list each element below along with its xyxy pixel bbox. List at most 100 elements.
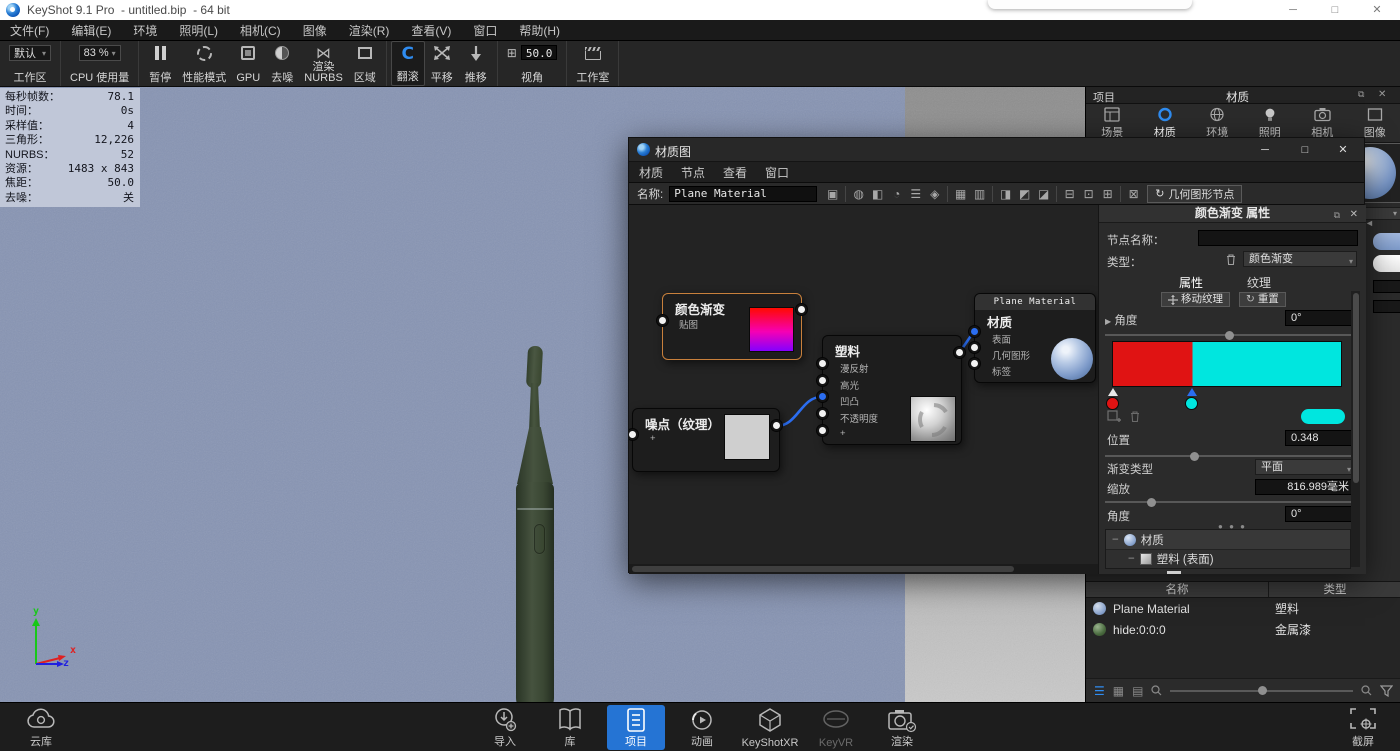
material-row[interactable]: hide:0:0:0 金属漆 [1086,619,1400,640]
split-icon[interactable]: ⊠ [1124,185,1143,203]
menu-environment[interactable]: 环境 [133,22,157,39]
move-texture-button[interactable]: 移动纹理 [1161,292,1230,307]
keyshotxr-button[interactable]: KeyShotXR [737,705,803,750]
slider-handle[interactable] [1147,497,1156,507]
menu-view[interactable]: 查看(V) [411,22,451,39]
port-opacity-input[interactable] [817,408,828,419]
scale-slider[interactable] [1105,497,1355,507]
column-type[interactable]: 类型 [1269,582,1400,597]
filter-funnel-icon[interactable] [1380,684,1393,697]
gradient-stop-cyan[interactable] [1185,397,1198,410]
menu-file[interactable]: 文件(F) [10,22,49,39]
type-dropdown[interactable]: 颜色渐变 ▾ [1243,251,1357,267]
slider-handle[interactable] [1225,330,1234,340]
position-field[interactable]: 0.348 [1285,430,1355,446]
gradient-type-dropdown[interactable]: 平面 ▾ [1255,459,1355,475]
node-name-input[interactable] [1198,230,1358,246]
material-row[interactable]: Plane Material 塑料 [1086,598,1400,619]
gpu-button[interactable]: GPU [231,41,265,86]
gradient-stop-marker-selected[interactable] [1187,388,1197,396]
port-bump-input[interactable] [817,391,828,402]
port-label-input[interactable] [969,358,980,369]
geometry-node-toggle[interactable]: ↻ 几何图形节点 [1147,184,1243,203]
port-map-input[interactable] [657,315,668,326]
canvas-horizontal-scrollbar[interactable] [629,564,1098,574]
cpu-usage-selector[interactable]: 83 % ▾ CPU 使用量 [65,41,134,86]
graph-menu-node[interactable]: 节点 [681,164,705,181]
close-panel-icon[interactable]: ✕ [1350,206,1358,223]
gradient-bar[interactable] [1112,341,1342,387]
graph-window-titlebar[interactable]: 材质图 ─ □ ✕ [629,138,1364,162]
collapse-icon[interactable]: − [1128,553,1135,565]
node-noise-texture[interactable]: 噪点（纹理） + [632,408,780,472]
node-canvas[interactable]: 颜色渐变 贴图 噪点（纹理） + 塑料 漫反射 高光 凹凸 不透明度 + Pla… [629,205,1098,574]
delete-stop-icon[interactable] [1129,410,1141,423]
keyvr-button[interactable]: KeyVR [807,705,865,750]
render-button[interactable]: 渲染 [873,705,931,750]
gradient-stop-marker[interactable] [1108,388,1118,396]
scrollbar-thumb[interactable] [1352,293,1359,483]
delete-node-icon[interactable] [1225,253,1237,266]
zoom-out-icon[interactable] [1151,685,1162,696]
material-param-field[interactable] [1373,280,1400,293]
import-button[interactable]: 导入 [476,705,534,750]
performance-mode-button[interactable]: 性能模式 [177,41,231,86]
zoom-in-icon[interactable] [1361,685,1372,696]
fit-view-icon[interactable]: ⊡ [1079,185,1098,203]
menu-edit[interactable]: 编辑(E) [71,22,111,39]
port-noise-output[interactable] [771,420,782,431]
tree-row-material[interactable]: − 材质 [1106,530,1350,549]
port-surface-input[interactable] [969,326,980,337]
scale-field[interactable]: 816.989毫米 [1255,479,1355,495]
menu-camera[interactable]: 相机(C) [240,22,281,39]
denoise-button[interactable]: 去噪 [265,41,299,86]
cloud-library-button[interactable]: 云库 [12,705,70,750]
port-gradient-output[interactable] [796,304,807,315]
scrollbar-thumb[interactable] [632,566,1014,572]
float-panel-icon[interactable]: ⧉ [1358,89,1364,100]
port-add-input[interactable] [817,425,828,436]
fov-control[interactable]: ⊞ 50.0 视角 [502,41,563,86]
collapse-icon[interactable]: − [1112,534,1119,546]
graph-menu-view[interactable]: 查看 [723,164,747,181]
column-name[interactable]: 名称 [1086,582,1269,597]
menu-help[interactable]: 帮助(H) [519,22,560,39]
node-color-gradient[interactable]: 颜色渐变 贴图 [662,293,802,360]
menu-window[interactable]: 窗口 [473,22,497,39]
animation-node-icon[interactable]: ◔ [887,185,906,203]
menu-lighting[interactable]: 照明(L) [179,22,218,39]
material-param-field[interactable] [1373,300,1400,313]
graph-maximize-button[interactable]: □ [1286,138,1324,162]
search-icon[interactable]: ◍ [849,185,868,203]
fov-field[interactable]: 50.0 [520,45,558,60]
pan-button[interactable]: 平移 [425,41,459,86]
grid-view-icon[interactable]: ▦ [1113,684,1124,698]
close-panel-icon[interactable]: ✕ [1378,89,1386,100]
menu-render[interactable]: 渲染(R) [349,22,390,39]
angle2-field[interactable]: 0° [1285,506,1355,522]
list-view-icon[interactable]: ☰ [1094,684,1105,698]
tree-view-icon[interactable]: ▤ [1132,684,1143,698]
node-plastic[interactable]: 塑料 漫反射 高光 凹凸 不透明度 + [822,335,962,445]
reset-button[interactable]: ↻ 重置 [1239,292,1286,307]
project-button[interactable]: 项目 [607,705,665,750]
diffuse-color-swatch[interactable] [1373,233,1400,250]
stop-color-swatch[interactable] [1301,409,1345,424]
animation-button[interactable]: 动画 [673,705,731,750]
tumble-button[interactable]: C 翻滚 [390,41,425,86]
menu-image[interactable]: 图像 [303,22,327,39]
window-minimize-button[interactable]: ─ [1276,0,1310,20]
duplicate-icon[interactable]: ▦ [951,185,970,203]
update-previews-icon[interactable]: ◪ [1034,185,1053,203]
thumbnail-size-slider[interactable] [1170,686,1353,695]
graph-close-button[interactable]: ✕ [1324,138,1362,162]
port-geometry-input[interactable] [969,342,980,353]
add-stop-icon[interactable] [1107,410,1121,424]
zoom-100-icon[interactable]: ⊞ [1098,185,1117,203]
dolly-button[interactable]: 推移 [459,41,493,86]
window-close-button[interactable]: ✕ [1360,0,1394,20]
graph-menu-material[interactable]: 材质 [639,164,663,181]
graph-menu-window[interactable]: 窗口 [765,164,789,181]
expand-icon[interactable]: ▶ [1105,317,1111,326]
angle-field[interactable]: 0° [1285,310,1355,326]
